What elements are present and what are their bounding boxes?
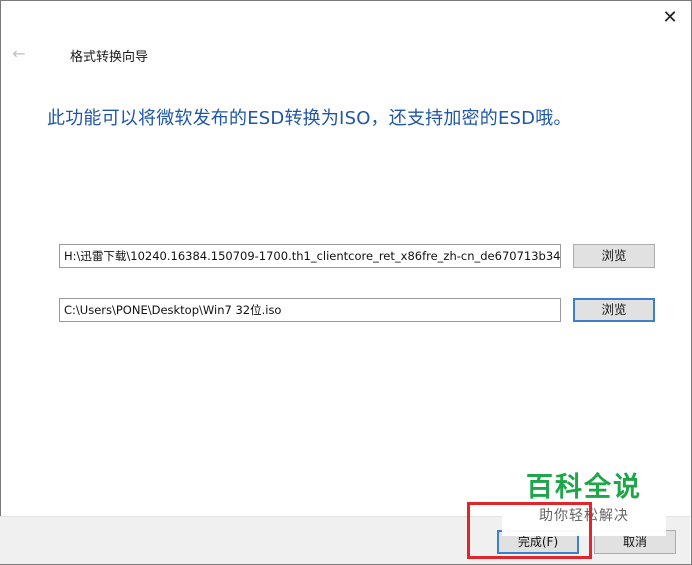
target-iso-path-input[interactable]: C:\Users\PONE\Desktop\Win7 32位.iso xyxy=(59,298,561,322)
watermark-logo: 百科全说 助你轻松解决 xyxy=(502,466,666,536)
watermark-title: 百科全说 xyxy=(526,472,642,503)
close-icon[interactable]: ✕ xyxy=(656,6,684,30)
source-esd-path-input[interactable]: H:\迅雷下载\10240.16384.150709-1700.th1_clie… xyxy=(59,244,561,268)
browse-source-button[interactable]: 浏览 xyxy=(573,244,655,268)
back-arrow-icon[interactable]: ← xyxy=(8,44,30,64)
watermark-subtitle: 助你轻松解决 xyxy=(539,508,629,524)
browse-target-button[interactable]: 浏览 xyxy=(573,298,655,322)
wizard-title: 格式转换向导 xyxy=(70,50,149,65)
description-headline: 此功能可以将微软发布的ESD转换为ISO，还支持加密的ESD哦。 xyxy=(47,108,572,129)
